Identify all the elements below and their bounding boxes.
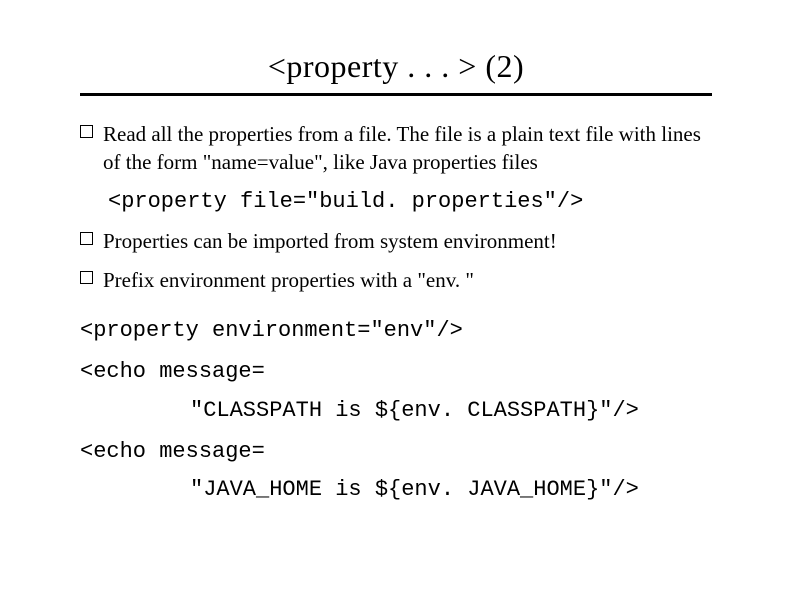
bullet-item: Read all the properties from a file. The… (80, 120, 712, 177)
code-line: <property file="build. properties"/> (108, 187, 712, 218)
code-line: <echo message= (80, 437, 712, 468)
slide: <property . . . > (2) Read all the prope… (0, 0, 792, 612)
title-rule (80, 93, 712, 96)
bullet-item: Properties can be imported from system e… (80, 227, 712, 255)
bullet-item: Prefix environment properties with a "en… (80, 266, 712, 294)
bullet-text: Properties can be imported from system e… (103, 227, 557, 255)
code-line-continuation: "CLASSPATH is ${env. CLASSPATH}"/> (190, 396, 712, 427)
bullet-text: Read all the properties from a file. The… (103, 120, 712, 177)
code-line: <echo message= (80, 357, 712, 388)
square-bullet-icon (80, 232, 93, 245)
code-line: <property environment="env"/> (80, 316, 712, 347)
spacer (80, 300, 712, 306)
bullet-text: Prefix environment properties with a "en… (103, 266, 474, 294)
square-bullet-icon (80, 125, 93, 138)
slide-title: <property . . . > (2) (80, 48, 712, 85)
square-bullet-icon (80, 271, 93, 284)
code-line-continuation: "JAVA_HOME is ${env. JAVA_HOME}"/> (190, 475, 712, 506)
